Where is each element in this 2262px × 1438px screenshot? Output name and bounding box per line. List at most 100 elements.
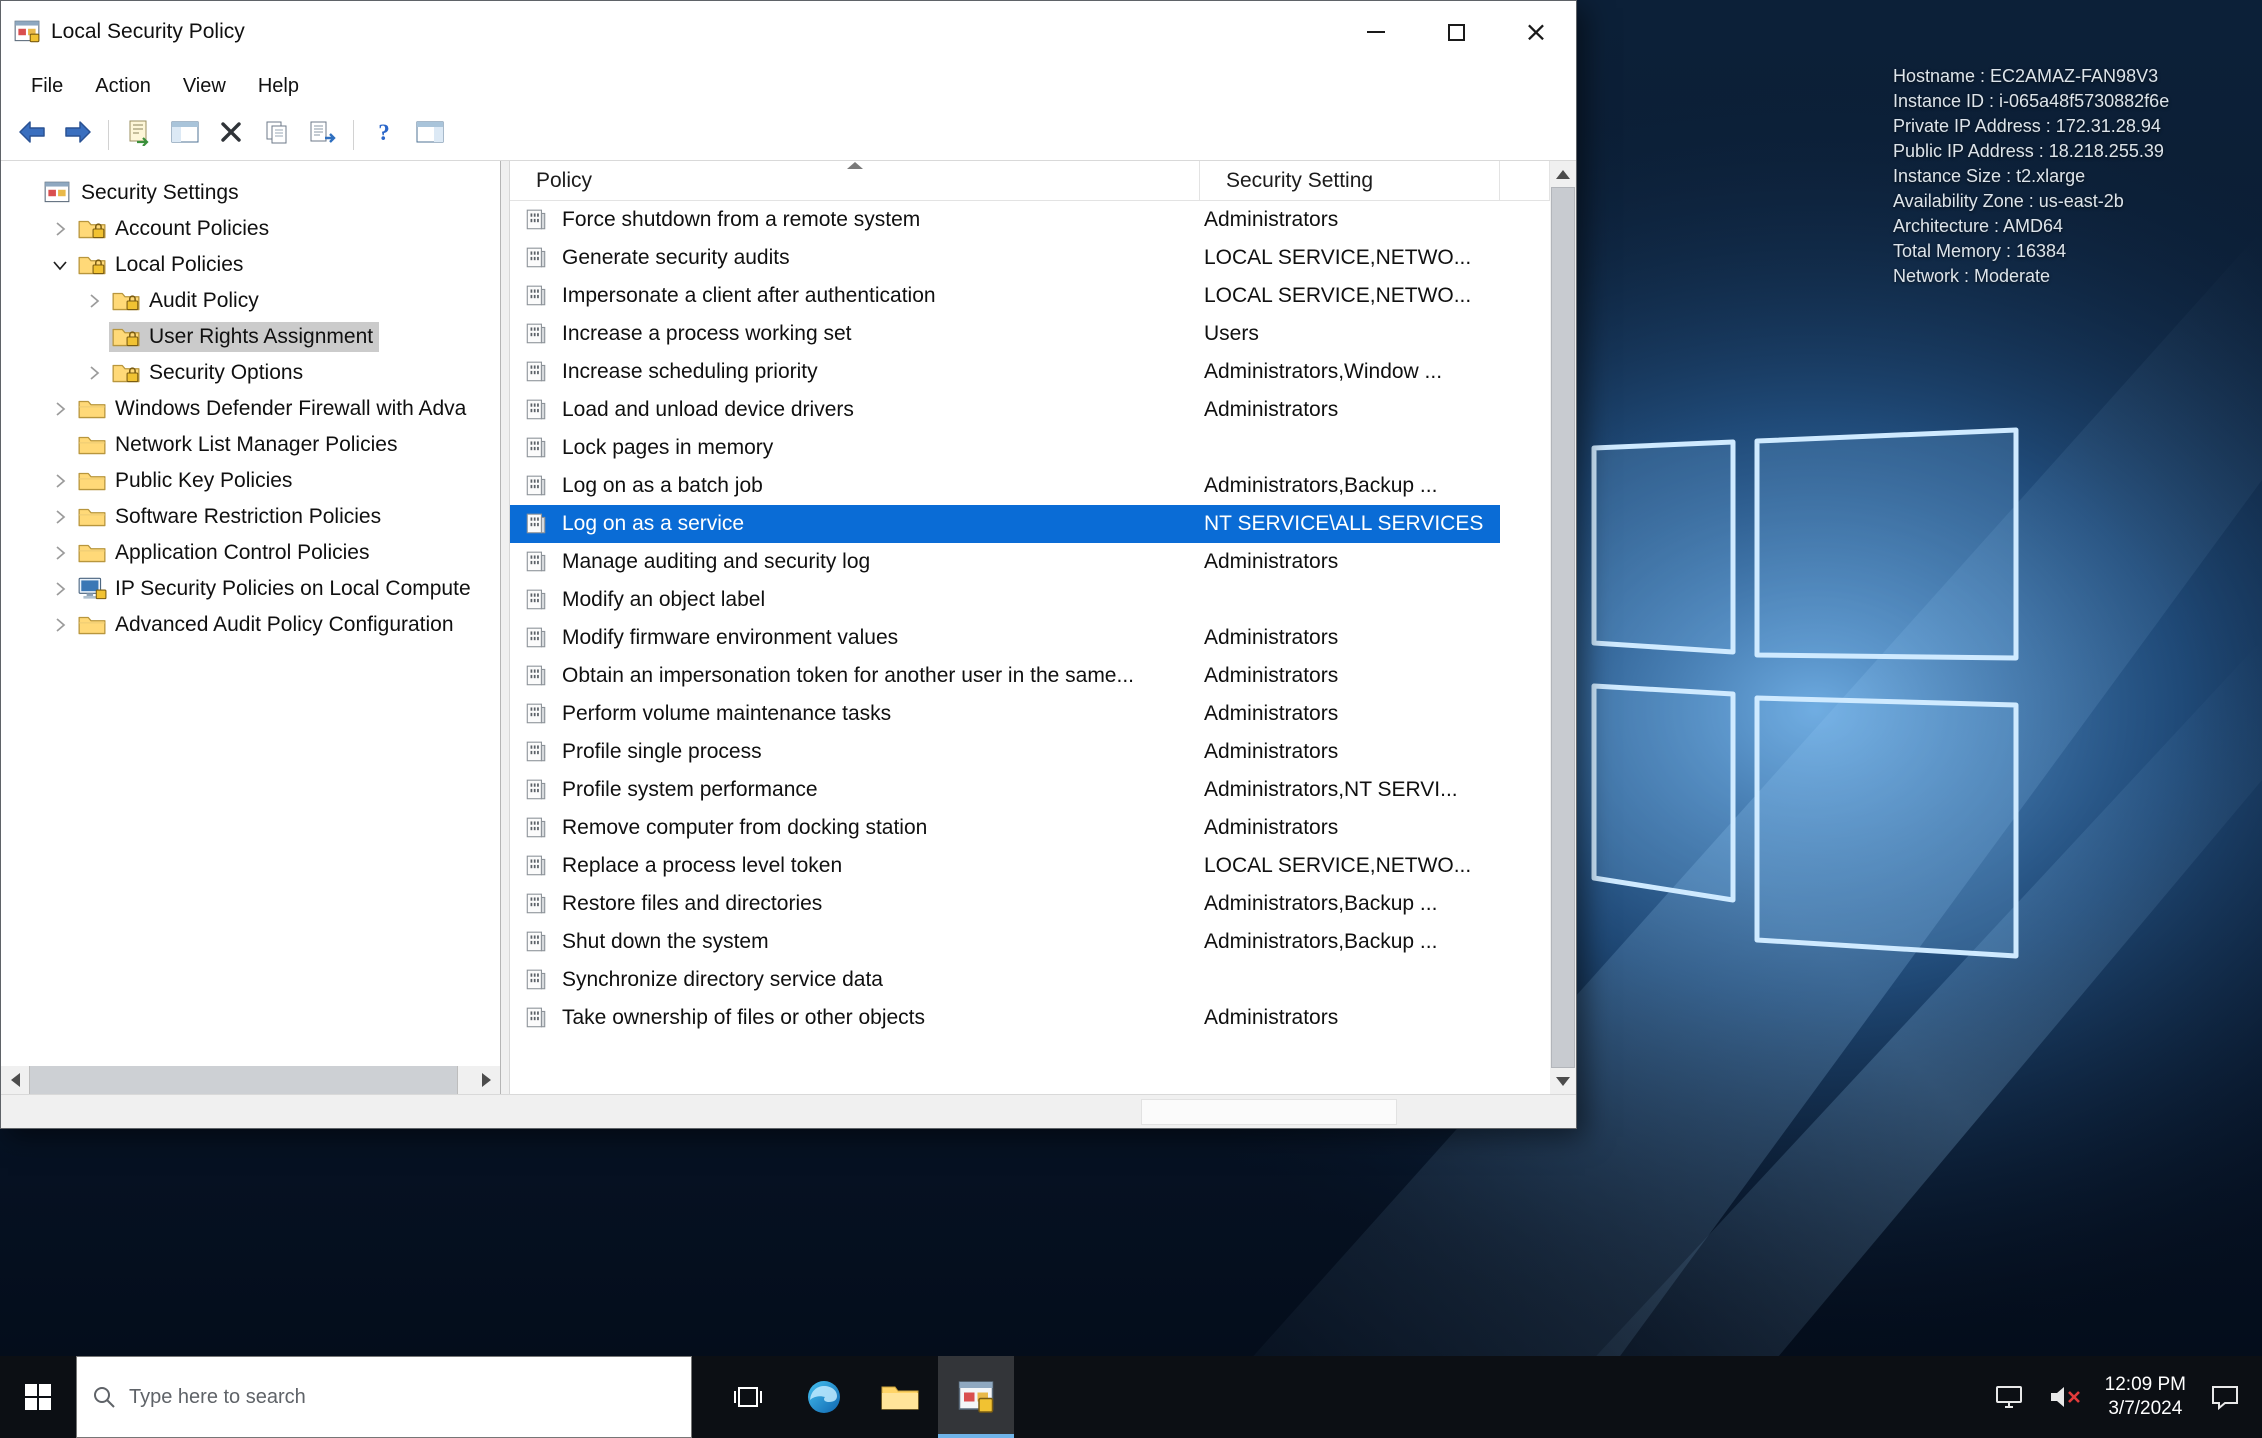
tree-node[interactable]: Local Policies (75, 250, 249, 280)
tree-node[interactable]: Security Options (109, 358, 309, 388)
horizontal-scrollbar-thumb[interactable] (29, 1066, 458, 1094)
policy-row-replace-a-process-level-token[interactable]: Replace a process level token LOCAL SERVI… (510, 847, 1550, 885)
tree-item-account-policies[interactable]: Account Policies (1, 211, 500, 247)
chevron-right-icon[interactable] (45, 541, 75, 565)
chevron-right-icon[interactable] (45, 505, 75, 529)
menu-action[interactable]: Action (79, 69, 167, 104)
console-tree-button[interactable] (162, 114, 208, 156)
tree-node[interactable]: Account Policies (75, 214, 275, 244)
column-header-policy[interactable]: Policy (510, 161, 1200, 200)
tree-node[interactable]: Network List Manager Policies (75, 430, 403, 460)
tree-node[interactable]: IP Security Policies on Local Compute (75, 574, 477, 604)
chevron-right-icon[interactable] (45, 397, 75, 421)
tree-item-windows-defender-firewall-with-adva[interactable]: Windows Defender Firewall with Adva (1, 391, 500, 427)
tree-item-application-control-policies[interactable]: Application Control Policies (1, 535, 500, 571)
action-pane-button[interactable] (407, 114, 453, 156)
search-input[interactable] (129, 1385, 677, 1409)
export-list-button[interactable] (300, 114, 346, 156)
start-button[interactable] (0, 1356, 76, 1438)
policy-doc-icon (524, 550, 552, 574)
tree-item-local-policies[interactable]: Local Policies (1, 247, 500, 283)
task-view-button[interactable] (710, 1356, 786, 1438)
policy-row-generate-security-audits[interactable]: Generate security audits LOCAL SERVICE,NE… (510, 239, 1550, 277)
tree-item-user-rights-assignment[interactable]: User Rights Assignment (1, 319, 500, 355)
tree-node[interactable]: Software Restriction Policies (75, 502, 387, 532)
tree-item-ip-security-policies-on-local-compute[interactable]: IP Security Policies on Local Compute (1, 571, 500, 607)
policy-row-modify-firmware-environment-values[interactable]: Modify firmware environment values Admini… (510, 619, 1550, 657)
close-button[interactable]: × (1496, 1, 1576, 63)
maximize-button[interactable] (1416, 1, 1496, 63)
policy-cell: Take ownership of files or other objects (510, 1006, 1200, 1030)
menu-view[interactable]: View (167, 69, 242, 104)
help-button[interactable]: ? (361, 114, 407, 156)
back-button[interactable] (9, 114, 55, 156)
policy-row-force-shutdown-from-a-remote-system[interactable]: Force shutdown from a remote system Admin… (510, 201, 1550, 239)
menu-file[interactable]: File (15, 69, 79, 104)
delete-button[interactable] (208, 114, 254, 156)
tree-node[interactable]: Audit Policy (109, 286, 265, 316)
forward-button[interactable] (55, 114, 101, 156)
policy-row-profile-single-process[interactable]: Profile single process Administrators (510, 733, 1550, 771)
policy-name: Remove computer from docking station (562, 816, 928, 839)
vertical-scrollbar-thumb[interactable] (1551, 187, 1575, 1068)
menu-help[interactable]: Help (242, 69, 315, 104)
policy-row-profile-system-performance[interactable]: Profile system performance Administrators… (510, 771, 1550, 809)
tree-item-network-list-manager-policies[interactable]: Network List Manager Policies (1, 427, 500, 463)
taskbar-clock[interactable]: 12:09 PM 3/7/2024 (2093, 1373, 2198, 1421)
minimize-button[interactable] (1336, 1, 1416, 63)
policy-row-obtain-an-impersonation-token-for-anothe[interactable]: Obtain an impersonation token for anothe… (510, 657, 1550, 695)
policy-row-restore-files-and-directories[interactable]: Restore files and directories Administrat… (510, 885, 1550, 923)
tree-node[interactable]: Advanced Audit Policy Configuration (75, 610, 460, 640)
chevron-down-icon[interactable] (45, 253, 75, 277)
policy-row-increase-a-process-working-set[interactable]: Increase a process working set Users (510, 315, 1550, 353)
action-center-button[interactable] (2198, 1356, 2252, 1438)
policy-row-log-on-as-a-service[interactable]: Log on as a service NT SERVICE\ALL SERVIC… (510, 505, 1550, 543)
scroll-right-arrow[interactable] (472, 1066, 500, 1094)
tree-node[interactable]: Application Control Policies (75, 538, 375, 568)
tree-horizontal-scrollbar[interactable] (1, 1066, 500, 1094)
policy-row-increase-scheduling-priority[interactable]: Increase scheduling priority Administrato… (510, 353, 1550, 391)
tree-node[interactable]: Security Settings (41, 178, 245, 208)
file-explorer-button[interactable] (862, 1356, 938, 1438)
tree-node[interactable]: Public Key Policies (75, 466, 298, 496)
chevron-right-icon[interactable] (45, 613, 75, 637)
pane-splitter[interactable] (501, 161, 509, 1094)
chevron-right-icon[interactable] (45, 577, 75, 601)
taskbar-search[interactable] (76, 1356, 692, 1438)
local-security-policy-taskbar-button[interactable] (938, 1356, 1014, 1438)
policy-row-remove-computer-from-docking-station[interactable]: Remove computer from docking station Admi… (510, 809, 1550, 847)
policy-row-load-and-unload-device-drivers[interactable]: Load and unload device drivers Administra… (510, 391, 1550, 429)
policy-row-take-ownership-of-files-or-other-objects[interactable]: Take ownership of files or other objects… (510, 999, 1550, 1037)
policy-row-impersonate-a-client-after-authenticatio[interactable]: Impersonate a client after authenticatio… (510, 277, 1550, 315)
policy-row-synchronize-directory-service-data[interactable]: Synchronize directory service data (510, 961, 1550, 999)
properties-button[interactable] (254, 114, 300, 156)
policy-row-perform-volume-maintenance-tasks[interactable]: Perform volume maintenance tasks Administ… (510, 695, 1550, 733)
tree-item-software-restriction-policies[interactable]: Software Restriction Policies (1, 499, 500, 535)
network-button[interactable] (1983, 1356, 2037, 1438)
tree-item-security-settings[interactable]: Security Settings (1, 175, 500, 211)
edge-button[interactable] (786, 1356, 862, 1438)
tree-item-audit-policy[interactable]: Audit Policy (1, 283, 500, 319)
scroll-left-arrow[interactable] (1, 1066, 29, 1094)
tree-item-advanced-audit-policy-configuration[interactable]: Advanced Audit Policy Configuration (1, 607, 500, 643)
policy-row-shut-down-the-system[interactable]: Shut down the system Administrators,Backu… (510, 923, 1550, 961)
chevron-right-icon[interactable] (79, 289, 109, 313)
policy-row-modify-an-object-label[interactable]: Modify an object label (510, 581, 1550, 619)
scroll-up-arrow[interactable] (1550, 161, 1576, 187)
titlebar[interactable]: Local Security Policy × (1, 1, 1576, 63)
column-header-security-setting[interactable]: Security Setting (1200, 161, 1500, 200)
export-button[interactable] (116, 114, 162, 156)
tree-node[interactable]: User Rights Assignment (109, 322, 380, 352)
list-vertical-scrollbar[interactable] (1550, 161, 1576, 1094)
chevron-right-icon[interactable] (45, 217, 75, 241)
chevron-right-icon[interactable] (79, 361, 109, 385)
tree-node[interactable]: Windows Defender Firewall with Adva (75, 394, 472, 424)
policy-row-lock-pages-in-memory[interactable]: Lock pages in memory (510, 429, 1550, 467)
chevron-right-icon[interactable] (45, 469, 75, 493)
policy-row-log-on-as-a-batch-job[interactable]: Log on as a batch job Administrators,Back… (510, 467, 1550, 505)
tree-item-public-key-policies[interactable]: Public Key Policies (1, 463, 500, 499)
tree-item-security-options[interactable]: Security Options (1, 355, 500, 391)
volume-button[interactable] (2037, 1356, 2093, 1438)
scroll-down-arrow[interactable] (1550, 1068, 1576, 1094)
policy-row-manage-auditing-and-security-log[interactable]: Manage auditing and security log Administ… (510, 543, 1550, 581)
